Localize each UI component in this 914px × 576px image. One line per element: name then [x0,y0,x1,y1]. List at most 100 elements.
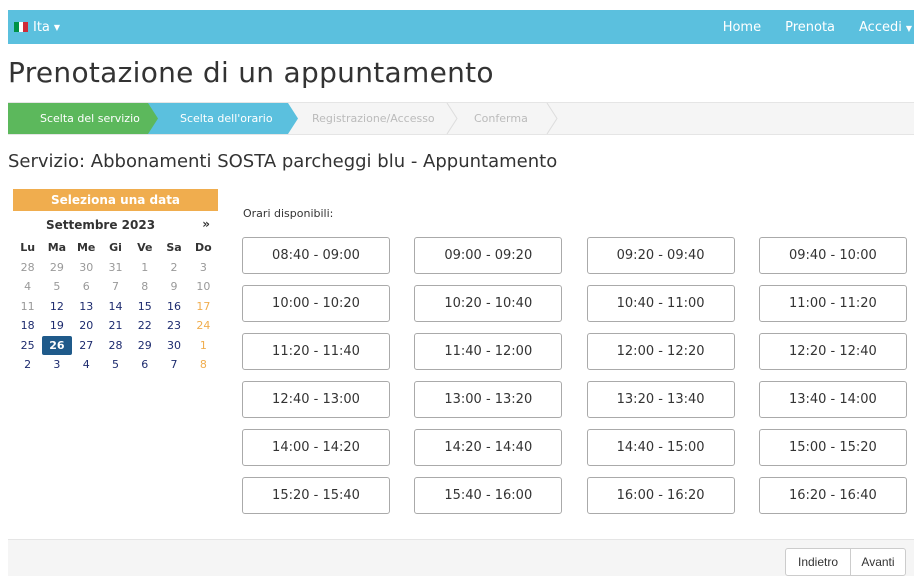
calendar-week-row: 28 29 30 31 1 2 3 [13,258,218,278]
orari-label: Orari disponibili: [243,207,334,220]
weekday-label: Gi [109,241,122,254]
time-slot-button[interactable]: 16:20 - 16:40 [758,477,907,514]
time-slot-button[interactable]: 08:40 - 09:00 [242,237,390,274]
calendar-day[interactable]: 30 [159,336,188,356]
time-slot-button[interactable]: 09:20 - 09:40 [586,237,735,274]
calendar-day[interactable]: 21 [101,316,130,336]
calendar-week-row: 11 12 13 14 15 16 17 [13,297,218,317]
calendar-day[interactable]: 18 [13,316,42,336]
calendar-grid: Lu Ma Me Gi Ve Sa Do 28 29 30 31 1 2 3 4 5 6 7 8 9 10 11 12 13 1… [13,238,218,375]
calendar-day: 2 [170,260,178,274]
calendar-day: 11 [20,299,35,313]
next-month-button[interactable]: » [202,217,210,231]
time-slot-button[interactable]: 09:40 - 10:00 [758,237,907,274]
nav-accedi[interactable]: Accedi ▼ [859,20,912,35]
calendar-day[interactable]: 7 [159,355,188,375]
time-slot-button[interactable]: 10:20 - 10:40 [414,285,563,322]
time-slot-button[interactable]: 15:40 - 16:00 [414,477,563,514]
back-button[interactable]: Indietro [785,548,851,576]
time-slot-button[interactable]: 14:00 - 14:20 [242,429,390,466]
calendar-day: 9 [170,280,178,293]
language-label: Ita [33,19,50,35]
time-slot-button[interactable]: 15:00 - 15:20 [758,429,907,466]
calendar-day: 10 [196,280,211,293]
time-slot-button[interactable]: 09:00 - 09:20 [414,237,563,274]
calendar-day: 29 [49,260,64,274]
calendar-day[interactable]: 19 [42,316,71,336]
calendar-week-row: 25 26 27 28 29 30 1 [13,335,218,356]
next-button[interactable]: Avanti [850,548,906,576]
time-slot-button[interactable]: 13:40 - 14:00 [758,381,907,418]
calendar-day[interactable]: 4 [72,355,101,375]
main-nav: Home Prenota Accedi ▼ [699,10,914,44]
calendar-day[interactable]: 3 [42,355,71,375]
calendar-day: 1 [141,260,149,274]
time-slot-button[interactable]: 16:00 - 16:20 [586,477,735,514]
top-navbar: Ita ▼ Home Prenota Accedi ▼ [8,10,914,44]
time-slot-button[interactable]: 11:00 - 11:20 [758,285,907,322]
calendar-day[interactable]: 14 [101,297,130,317]
weekday-label: Ma [47,241,67,254]
calendar-day[interactable]: 5 [101,355,130,375]
step-scelta-orario[interactable]: Scelta dell'orario [148,103,298,134]
calendar-day: 3 [199,260,207,274]
nav-prenota[interactable]: Prenota [785,20,835,35]
weekday-label: Ve [137,241,153,254]
calendar-month-bar: Settembre 2023 » [13,215,218,235]
step-conferma: Conferma [474,112,528,125]
caret-down-icon: ▼ [905,23,912,33]
service-title: Servizio: Abbonamenti SOSTA parcheggi bl… [8,151,558,172]
calendar-day-selected[interactable]: 26 [42,335,72,355]
calendar-day[interactable]: 6 [130,355,159,375]
time-slot-button[interactable]: 12:00 - 12:20 [586,333,735,370]
time-slot-button[interactable]: 10:00 - 10:20 [242,285,390,322]
calendar-day[interactable]: 16 [159,297,188,317]
language-selector[interactable]: Ita ▼ [14,10,60,44]
calendar-day: 24 [196,319,211,332]
calendar-week-row: 4 5 6 7 8 9 10 [13,277,218,297]
time-slot-button[interactable]: 13:20 - 13:40 [586,381,735,418]
time-slot-button[interactable]: 12:40 - 13:00 [242,381,390,418]
calendar-day[interactable]: 25 [13,336,42,356]
calendar-day[interactable]: 23 [159,316,188,336]
time-slot-button[interactable]: 10:40 - 11:00 [586,285,735,322]
calendar-day[interactable]: 29 [130,336,159,356]
calendar-day[interactable]: 27 [72,336,101,356]
calendar-day: 17 [196,299,211,313]
calendar-day[interactable]: 20 [72,316,101,336]
calendar-day: 30 [79,260,94,274]
calendar-day: 4 [24,280,32,293]
nav-home[interactable]: Home [723,20,761,35]
caret-down-icon: ▼ [53,22,61,32]
time-slot-button[interactable]: 12:20 - 12:40 [758,333,907,370]
calendar-day[interactable]: 12 [42,297,71,317]
weekday-label: Sa [166,241,182,254]
calendar-day: 5 [53,280,61,293]
calendar-day: 1 [199,338,207,352]
time-slot-button[interactable]: 14:20 - 14:40 [414,429,563,466]
calendar-day[interactable]: 13 [72,297,101,317]
weekday-label: Me [76,241,96,254]
nav-accedi-label: Accedi [859,19,902,35]
calendar-month: Settembre 2023 [45,218,156,232]
calendar-day: 31 [108,260,123,274]
calendar-day[interactable]: 22 [130,316,159,336]
calendar-day[interactable]: 15 [130,297,159,317]
time-slot-button[interactable]: 11:40 - 12:00 [414,333,563,370]
time-slot-button[interactable]: 15:20 - 15:40 [242,477,390,514]
step-scelta-servizio[interactable]: Scelta del servizio [8,103,166,134]
weekday-label: Lu [20,241,36,254]
step-separator-icon [446,103,458,134]
time-slot-button[interactable]: 11:20 - 11:40 [242,333,390,370]
calendar-day[interactable]: 2 [13,355,42,375]
calendar-weekday-row: Lu Ma Me Gi Ve Sa Do [13,238,218,258]
footer-bar [8,539,914,576]
step-separator-icon [546,103,558,134]
calendar-day[interactable]: 28 [101,336,130,356]
time-slot-button[interactable]: 14:40 - 15:00 [586,429,735,466]
calendar-day: 8 [199,358,207,371]
calendar-week-row: 2345678 [13,355,218,375]
calendar-week-row: 18 19 20 21 22 23 24 [13,316,218,336]
time-slot-button[interactable]: 13:00 - 13:20 [414,381,563,418]
page-title: Prenotazione di un appuntamento [8,56,494,89]
